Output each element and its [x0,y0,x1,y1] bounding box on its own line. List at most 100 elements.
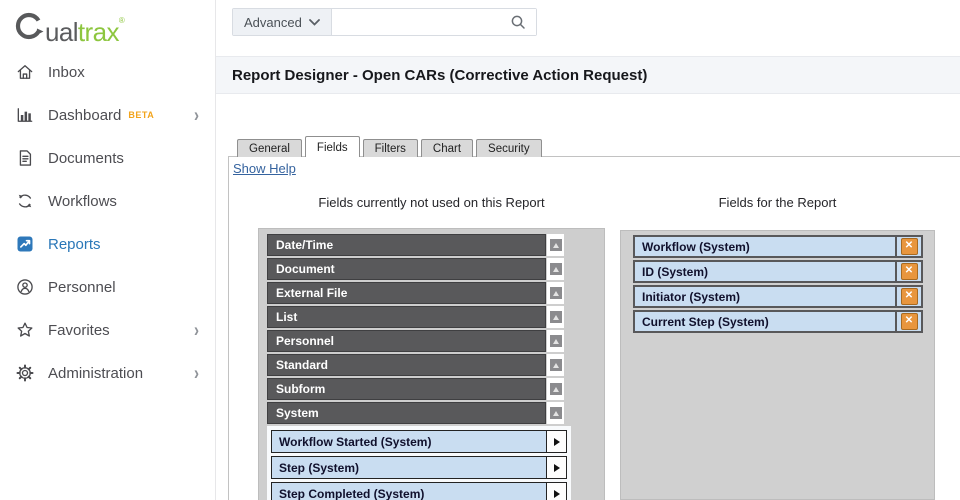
qualtrax-logo[interactable]: ualtrax® [13,9,125,47]
category-label: List [267,306,546,328]
sidebar-nav: Inbox Dashboard BETA › Documents Workflo… [0,58,215,402]
category-row-subform[interactable]: Subform [267,378,564,400]
beta-badge: BETA [128,110,155,120]
person-circle-icon [14,276,36,298]
tab-content-area: General Fields Filters Chart Security Sh… [216,95,960,500]
sidebar-item-label: Personnel [48,278,116,296]
sidebar-item-label: Administration [48,364,144,382]
tab-general[interactable]: General [237,139,302,157]
collapse-button[interactable] [547,330,564,352]
category-row-external-file[interactable]: External File [267,282,564,304]
field-row-workflow-started[interactable]: Workflow Started (System) [271,430,567,453]
chevron-right-icon: › [194,103,199,127]
category-label: Subform [267,378,546,400]
sidebar-item-favorites[interactable]: Favorites › [0,316,215,344]
collapse-button[interactable] [547,282,564,304]
search-input[interactable] [331,9,500,35]
add-field-button[interactable] [546,483,566,500]
tab-chart[interactable]: Chart [420,139,474,157]
field-row-step[interactable]: Step (System) [271,456,567,479]
unused-fields-panel: Date/Time Document External File List Pe… [258,228,605,500]
collapse-button[interactable] [547,354,564,376]
tab-filters[interactable]: Filters [362,139,418,157]
show-help-link[interactable]: Show Help [233,161,296,176]
collapse-button[interactable] [547,378,564,400]
field-row-step-completed[interactable]: Step Completed (System) [271,482,567,500]
add-field-button[interactable] [546,431,566,452]
collapse-button[interactable] [547,306,564,328]
arrow-up-icon [549,335,562,347]
remove-field-button[interactable]: ✕ [900,238,918,255]
report-field-label: Workflow (System) [642,239,750,254]
collapse-button[interactable] [547,402,564,424]
category-row-datetime[interactable]: Date/Time [267,234,564,256]
category-label: External File [267,282,546,304]
category-row-system[interactable]: System [267,402,564,424]
remove-cell: ✕ [895,312,921,331]
gear-icon [14,362,36,384]
system-expanded-list: Workflow Started (System) Step (System) … [267,426,571,500]
category-label: Document [267,258,546,280]
report-field-label: Current Step (System) [642,314,769,329]
bar-chart-icon [14,104,36,126]
star-icon [14,319,36,341]
report-field-row-initiator[interactable]: Initiator (System) ✕ [633,285,923,308]
remove-field-button[interactable]: ✕ [900,263,918,280]
collapse-button[interactable] [547,234,564,256]
remove-field-button[interactable]: ✕ [900,288,918,305]
sidebar-item-personnel[interactable]: Personnel [0,273,215,301]
report-fields-header: Fields for the Report [718,195,837,210]
tab-security[interactable]: Security [476,139,542,157]
add-field-button[interactable] [546,457,566,478]
sidebar-item-dashboard[interactable]: Dashboard BETA › [0,101,215,129]
report-field-row-current-step[interactable]: Current Step (System) ✕ [633,310,923,333]
arrow-up-icon [549,263,562,275]
arrow-up-icon [549,311,562,323]
report-field-row-id[interactable]: ID (System) ✕ [633,260,923,283]
sidebar-item-workflows[interactable]: Workflows [0,187,215,215]
report-field-label: Initiator (System) [642,289,741,304]
report-field-label: ID (System) [642,264,709,279]
category-row-standard[interactable]: Standard [267,354,564,376]
arrow-up-icon [549,359,562,371]
sidebar-item-label: Documents [48,149,124,167]
category-label: System [267,402,546,424]
category-row-list[interactable]: List [267,306,564,328]
field-label: Workflow Started (System) [279,434,432,449]
arrow-right-icon [553,463,560,472]
search-scope-dropdown[interactable]: Advanced [233,9,332,35]
sidebar-item-label: Dashboard [48,106,122,124]
arrow-up-icon [549,239,562,251]
category-row-document[interactable]: Document [267,258,564,280]
chevron-right-icon: › [194,361,199,385]
tab-strip: General Fields Filters Chart Security [237,136,545,157]
category-label: Standard [267,354,546,376]
collapse-button[interactable] [547,258,564,280]
sidebar-item-label: Workflows [48,192,117,210]
sidebar-item-documents[interactable]: Documents [0,144,215,172]
field-label: Step (System) [279,460,360,475]
page-title: Report Designer - Open CARs (Corrective … [232,66,648,84]
remove-cell: ✕ [895,262,921,281]
sidebar-item-label: Favorites [48,321,110,339]
sidebar-item-administration[interactable]: Administration › [0,359,215,387]
sidebar-item-inbox[interactable]: Inbox [0,58,215,86]
sidebar-item-label: Reports [48,235,101,253]
tab-fields[interactable]: Fields [304,136,360,157]
category-label: Date/Time [267,234,546,256]
report-field-row-workflow[interactable]: Workflow (System) ✕ [633,235,923,258]
sidebar-item-reports[interactable]: Reports [0,230,215,258]
field-label: Step Completed (System) [279,486,425,500]
search-control: Advanced [232,8,537,36]
document-icon [14,147,36,169]
remove-field-button[interactable]: ✕ [900,313,918,330]
sidebar: ualtrax® Inbox Dashboard BETA › Document… [0,0,216,500]
category-row-personnel[interactable]: Personnel [267,330,564,352]
sidebar-item-label: Inbox [48,63,85,81]
app-window: ualtrax® Inbox Dashboard BETA › Document… [0,0,960,500]
search-button[interactable] [499,9,536,35]
arrow-up-icon [549,287,562,299]
search-icon [511,15,525,29]
category-label: Personnel [267,330,546,352]
arrow-right-icon [553,437,560,446]
